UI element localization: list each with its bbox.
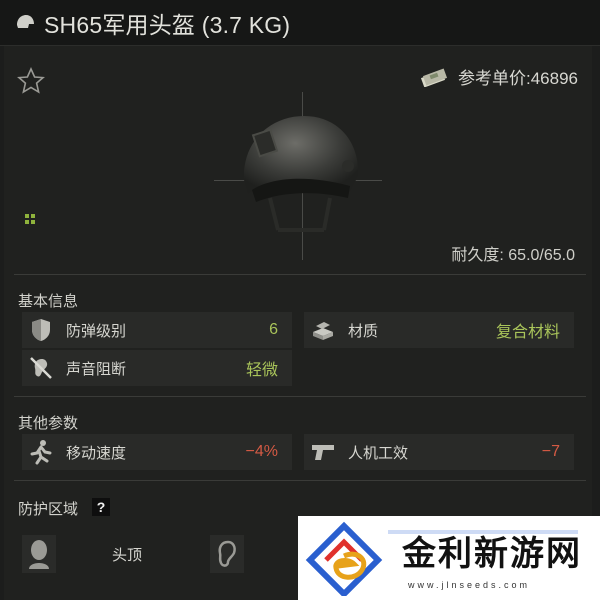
watermark-url: www.jlnseeds.com: [408, 580, 531, 590]
favorite-star-icon[interactable]: [16, 66, 46, 96]
stat-move-speed: 移动速度 −4%: [22, 434, 292, 470]
material-plates-icon: [308, 315, 338, 345]
stat-label: 人机工效: [348, 444, 409, 462]
durability-text: 耐久度: 65.0/65.0: [451, 247, 575, 264]
divider: [14, 274, 586, 275]
watermark-logo: [305, 521, 383, 596]
zone-label: 头顶: [112, 546, 143, 564]
grid-size-icon: [25, 214, 35, 224]
section-title-basic: 基本信息: [18, 293, 79, 310]
item-preview: [214, 92, 382, 260]
help-button[interactable]: ?: [92, 498, 110, 516]
head-silhouette-icon: [22, 535, 56, 573]
armor-shield-icon: [26, 315, 56, 345]
stat-sound-block: 声音阻断 轻微: [22, 350, 292, 386]
section-title-protection: 防护区域: [18, 501, 79, 518]
item-title: SH65军用头盔 (3.7 KG): [44, 11, 291, 38]
helmet-small-icon: [17, 14, 34, 28]
stat-armor-class: 防弹级别 6: [22, 312, 292, 348]
stat-value: 轻微: [245, 362, 278, 379]
reference-price: 参考单价:46896: [420, 64, 578, 89]
cash-stack-icon: [420, 68, 448, 87]
reference-price-text: 参考单价:46896: [458, 69, 578, 88]
stat-label: 防弹级别: [66, 322, 127, 340]
stat-material: 材质 复合材料: [304, 312, 574, 348]
divider: [14, 396, 586, 397]
stat-label: 声音阻断: [66, 360, 127, 378]
title-bar: SH65军用头盔 (3.7 KG): [0, 0, 600, 46]
stat-label: 移动速度: [66, 444, 127, 462]
watermark-text: 金利新游网: [402, 534, 582, 574]
stat-label: 材质: [348, 322, 379, 340]
stat-value: −4%: [245, 443, 278, 460]
helmet-image: [243, 116, 359, 232]
section-title-other: 其他参数: [18, 415, 79, 432]
stat-value: 复合材料: [495, 324, 560, 341]
sound-block-icon: [26, 353, 56, 383]
pistol-icon: [308, 437, 338, 467]
ear-icon: [210, 535, 244, 573]
zone-ears: [210, 532, 290, 576]
divider: [14, 480, 586, 481]
watermark-overlay: 金利新游网 www.jlnseeds.com: [298, 516, 600, 600]
stat-value: 6: [269, 321, 278, 338]
stat-ergonomics: 人机工效 −7: [304, 434, 574, 470]
running-man-icon: [26, 437, 56, 467]
stat-value: −7: [541, 443, 560, 460]
